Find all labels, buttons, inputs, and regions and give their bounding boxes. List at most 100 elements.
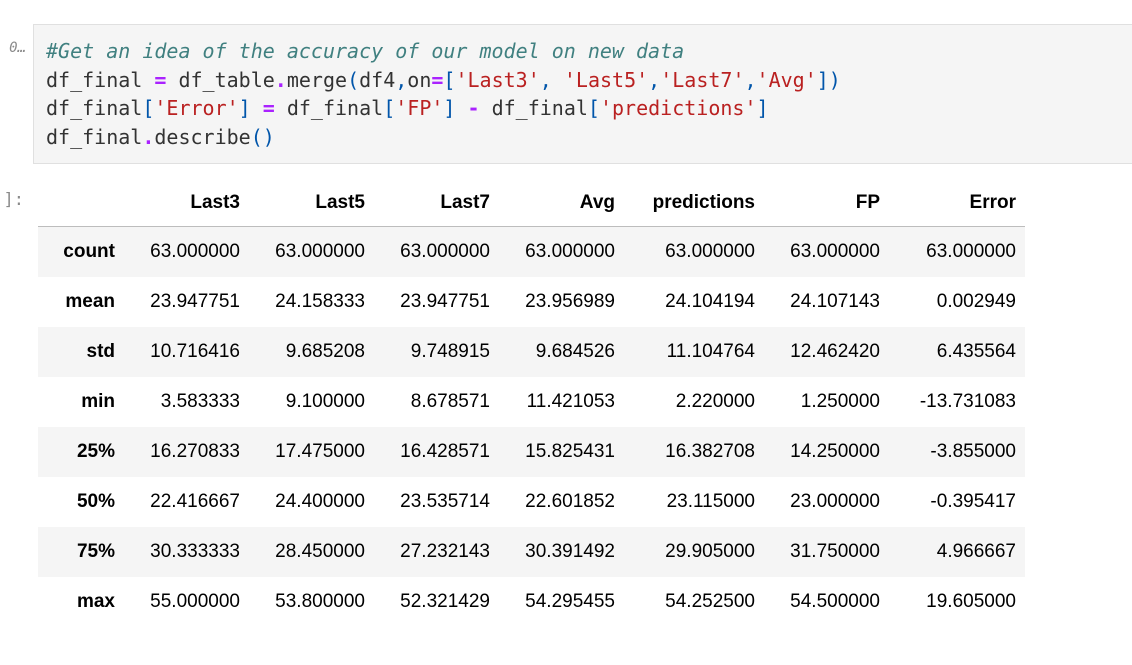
output-prompt: ]: — [0, 190, 32, 220]
table-cell: 6.435564 — [936, 341, 1016, 362]
code-token: #Get an idea of the accuracy of our mode… — [46, 39, 685, 63]
code-token: on — [407, 67, 432, 92]
code-token: [ — [443, 67, 456, 92]
row-label: count — [63, 241, 115, 262]
table-cell: -3.855000 — [930, 441, 1016, 462]
code-token: ] — [238, 96, 251, 120]
code-token: ]) — [816, 67, 841, 92]
table-cell: 9.685208 — [285, 341, 365, 362]
code-token: () — [250, 124, 275, 149]
table-cell: 24.104194 — [665, 291, 755, 312]
table-cell: 22.601852 — [525, 491, 615, 512]
row-label: 75% — [76, 541, 115, 562]
code-token: df_final — [46, 96, 143, 120]
code-token: . — [142, 124, 155, 149]
table-cell: 12.462420 — [790, 341, 880, 362]
table-cell: 52.321429 — [400, 591, 490, 612]
table-cell: 23.947751 — [150, 291, 240, 312]
table-cell: 63.000000 — [525, 241, 615, 262]
code-line: df_final = df_table.merge(df4,on=['Last3… — [46, 66, 841, 95]
code-token: ] — [756, 96, 769, 120]
code-token: df_final — [46, 67, 155, 92]
table-cell: 31.750000 — [790, 541, 880, 562]
code-token: df_final — [274, 96, 384, 120]
column-header: Last5 — [249, 180, 374, 227]
table-cell: 9.748915 — [410, 341, 490, 362]
code-token: [ — [383, 96, 396, 120]
table-cell: 24.158333 — [275, 291, 365, 312]
table-row: std 10.716416 9.685208 9.748915 9.684526 11.1… — [38, 327, 1025, 377]
code-token: ( — [347, 67, 360, 92]
code-token: df_final — [479, 96, 588, 120]
code-token: = — [154, 67, 167, 92]
table-cell: 24.107143 — [790, 291, 880, 312]
code-token: 'Last5' — [563, 67, 649, 92]
table-cell: -13.731083 — [919, 391, 1016, 412]
code-token: ] — [443, 96, 456, 120]
code-token: [ — [142, 96, 155, 120]
table-cell: -0.395417 — [930, 491, 1016, 512]
index-header — [38, 180, 124, 227]
table-cell: 23.947751 — [400, 291, 490, 312]
table-cell: 2.220000 — [675, 391, 755, 412]
table-cell: 16.270833 — [150, 441, 240, 462]
table-cell: 29.905000 — [665, 541, 755, 562]
table-cell: 54.500000 — [790, 591, 880, 612]
code-line: #Get an idea of the accuracy of our mode… — [46, 37, 841, 66]
table-row: mean 23.947751 24.158333 23.947751 23.956989… — [38, 277, 1025, 327]
code-token: df_final — [46, 124, 143, 149]
row-label: std — [86, 341, 116, 362]
table-cell: 53.800000 — [275, 591, 365, 612]
code-token: 'Last3' — [455, 67, 540, 92]
row-label: max — [76, 591, 115, 612]
table-cell: 17.475000 — [275, 441, 365, 462]
column-header: FP — [764, 180, 889, 227]
row-label: mean — [65, 291, 115, 312]
table-cell: 23.956989 — [525, 291, 615, 312]
code-token: 'Avg' — [756, 67, 817, 92]
table-body: count 63.000000 63.000000 63.000000 63.00000… — [38, 226, 1025, 627]
code-cell-editor[interactable]: #Get an idea of the accuracy of our mode… — [33, 24, 1132, 164]
table-cell: 9.684526 — [535, 341, 615, 362]
row-label: min — [81, 391, 115, 412]
table-cell: 63.000000 — [275, 241, 365, 262]
table-cell: 10.716416 — [150, 341, 240, 362]
describe-output-table: Last3 Last5 Last7 Avg predictions FP Error cou… — [38, 180, 1025, 627]
table-row: 25% 16.270833 17.475000 16.428571 15.825431 1… — [38, 427, 1025, 477]
code-line: df_final['Error'] = df_final['FP'] - df_… — [46, 94, 841, 123]
column-header: Error — [889, 180, 1025, 227]
code-token: 'Last7' — [660, 67, 745, 92]
code-token: [ — [587, 96, 600, 120]
table-cell: 14.250000 — [790, 441, 880, 462]
table-cell: 24.400000 — [275, 491, 365, 512]
table-cell: 55.000000 — [150, 591, 240, 612]
code-token: . — [274, 67, 287, 92]
table-cell: 11.421053 — [526, 391, 615, 412]
code-token: df4 — [359, 67, 396, 92]
code-token: df_table — [166, 67, 275, 92]
input-prompt: 0… — [0, 36, 32, 66]
code-text[interactable]: #Get an idea of the accuracy of our mode… — [46, 37, 841, 151]
table-cell: 27.232143 — [400, 541, 490, 562]
code-token: merge — [286, 67, 348, 92]
table-cell: 30.333333 — [150, 541, 240, 562]
table-cell: 19.605000 — [926, 591, 1016, 612]
table-cell: 22.416667 — [150, 491, 240, 512]
table-cell: 28.450000 — [275, 541, 365, 562]
table-cell: 8.678571 — [410, 391, 490, 412]
table-row: 50% 22.416667 24.400000 23.535714 22.601852 2… — [38, 477, 1025, 527]
table-cell: 15.825431 — [525, 441, 615, 462]
table-cell: 54.252500 — [665, 591, 755, 612]
table-cell: 9.100000 — [285, 391, 365, 412]
column-header: predictions — [624, 180, 764, 227]
code-token: , — [395, 67, 408, 92]
table-cell: 23.000000 — [790, 491, 880, 512]
table-cell: 63.000000 — [790, 241, 880, 262]
table-cell: 16.428571 — [400, 441, 490, 462]
row-label: 50% — [76, 491, 115, 512]
column-header: Last3 — [124, 180, 249, 227]
code-token: = — [262, 96, 275, 120]
output-prompt-label: ]: — [3, 190, 24, 210]
code-token: 'predictions' — [599, 96, 757, 120]
table-header-row: Last3 Last5 Last7 Avg predictions FP Error — [38, 180, 1025, 227]
